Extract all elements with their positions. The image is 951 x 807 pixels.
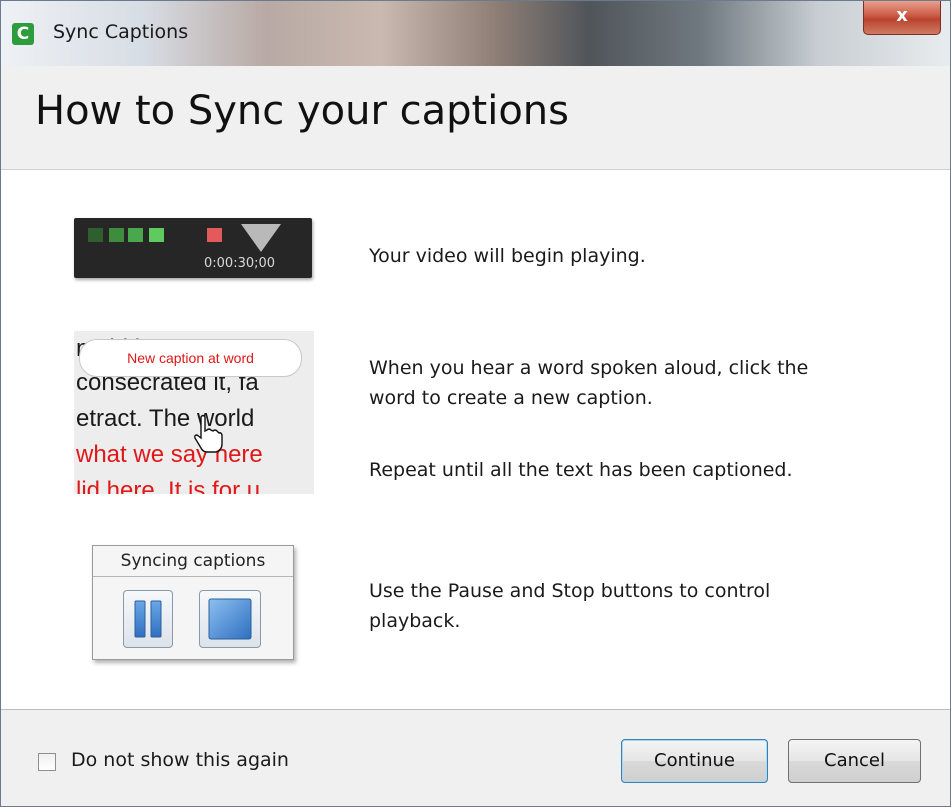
do-not-show-checkbox[interactable]	[38, 753, 56, 771]
sample-text-line: what we say here	[76, 441, 263, 468]
step-2-extra-text: Repeat until all the text has been capti…	[369, 459, 793, 481]
timeline-marker	[88, 228, 103, 242]
timeline-marker	[128, 228, 143, 242]
dialog-footer: Do not show this again Continue Cancel	[1, 710, 950, 806]
do-not-show-label[interactable]: Do not show this again	[71, 749, 289, 771]
dialog-header: How to Sync your captions	[1, 66, 950, 170]
step-3-line-1: Use the Pause and Stop buttons to contro…	[369, 580, 771, 602]
stop-button-illustration	[199, 590, 261, 648]
step-2-line-1: When you hear a word spoken aloud, click…	[369, 357, 809, 379]
pause-icon	[134, 600, 162, 638]
playhead-icon	[241, 224, 281, 252]
click-word-illustration: n t ld le consecrated it, fa etract. The…	[74, 331, 314, 494]
timeline-illustration: 0:00:30;00	[74, 218, 312, 278]
close-button[interactable]: x	[863, 1, 941, 35]
pause-button-illustration	[123, 590, 173, 648]
sync-captions-dialog: C Sync Captions x How to Sync your capti…	[0, 0, 951, 807]
continue-button[interactable]: Continue	[621, 739, 768, 783]
window-title: Sync Captions	[53, 21, 189, 43]
stop-icon	[208, 598, 252, 640]
title-bar[interactable]: C Sync Captions x	[1, 1, 950, 66]
sync-panel-title: Syncing captions	[93, 546, 293, 577]
page-title: How to Sync your captions	[35, 88, 569, 134]
step-2-text: When you hear a word spoken aloud, click…	[369, 353, 808, 413]
cancel-button[interactable]: Cancel	[788, 739, 921, 783]
sample-text-line: etract. The world	[76, 405, 255, 432]
timeline-marker	[109, 228, 124, 242]
timeline-time: 0:00:30;00	[204, 256, 276, 271]
app-logo-icon: C	[12, 23, 34, 45]
hand-cursor-icon	[194, 414, 223, 453]
timeline-marker	[149, 228, 164, 242]
syncing-captions-illustration: Syncing captions	[92, 545, 294, 660]
sample-text-line: lid here. It is for u	[76, 477, 261, 494]
timeline-marker	[207, 228, 222, 242]
step-3-text: Use the Pause and Stop buttons to contro…	[369, 576, 770, 636]
step-2-line-2: word to create a new caption.	[369, 387, 653, 409]
step-3-line-2: playback.	[369, 610, 461, 632]
step-1-text: Your video will begin playing.	[369, 245, 646, 267]
new-caption-tooltip: New caption at word	[79, 339, 302, 377]
